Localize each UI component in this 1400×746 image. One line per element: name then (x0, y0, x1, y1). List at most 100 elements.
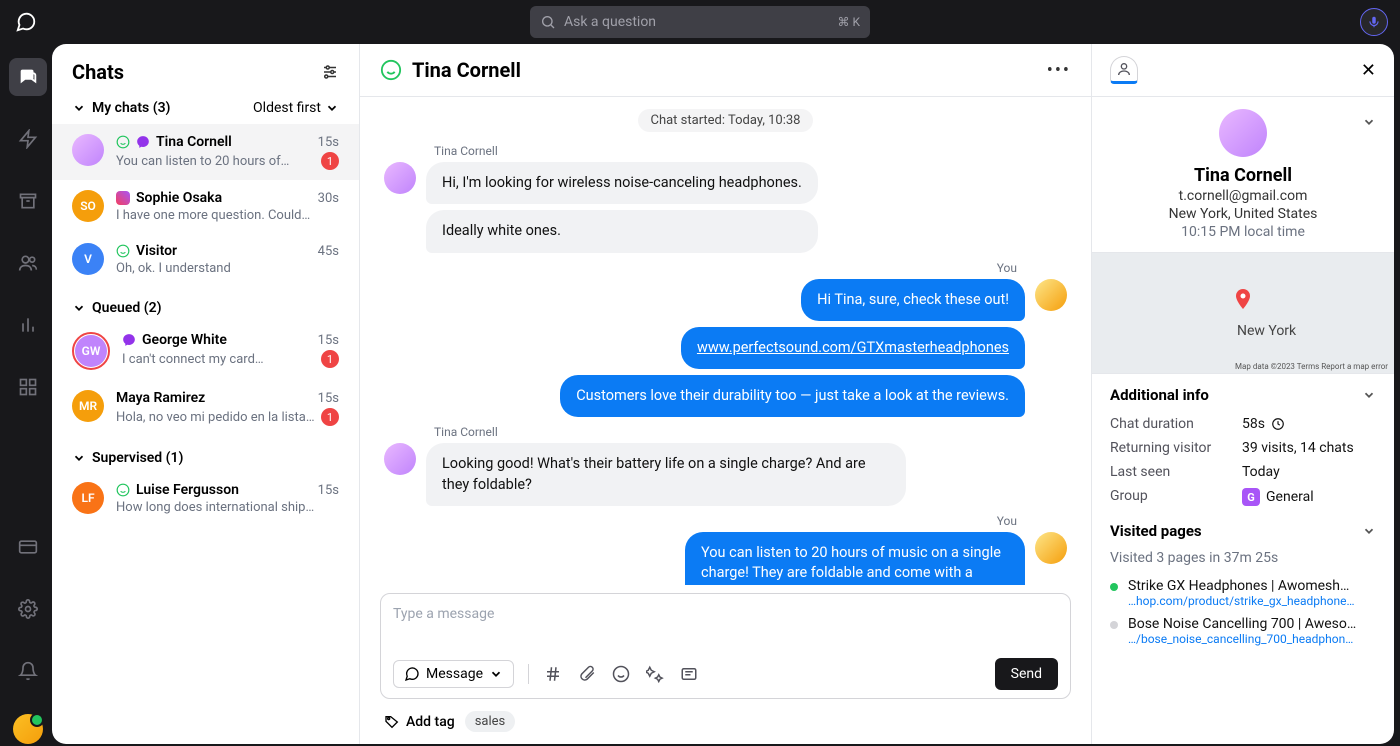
more-menu[interactable]: ••• (1047, 60, 1071, 81)
hash-icon[interactable] (543, 664, 563, 684)
visited-pages-header[interactable]: Visited pages (1092, 510, 1394, 548)
message-input[interactable] (393, 606, 1058, 646)
profile-local-time: 10:15 PM local time (1110, 224, 1376, 240)
avatar: SO (72, 190, 104, 222)
avatar (72, 134, 104, 166)
clock-icon (1271, 417, 1285, 431)
avatar: GW (75, 335, 107, 367)
left-rail (4, 44, 52, 744)
status-dot-idle (1110, 621, 1118, 629)
message-out: Customers love their durability too — ju… (560, 375, 1025, 417)
smile-icon (380, 59, 402, 81)
chat-item[interactable]: MR Maya Ramirez 15s Hola, no veo mi pedi… (52, 380, 359, 436)
app-frame: Chats My chats (3) Oldest first (0, 44, 1400, 744)
composer: Message Send (380, 593, 1071, 699)
instagram-icon (116, 191, 130, 205)
add-tag-button[interactable]: Add tag (384, 714, 455, 730)
rail-chats-icon[interactable] (9, 58, 47, 96)
map-pin-icon (1231, 287, 1255, 311)
convo-title: Tina Cornell (412, 58, 521, 82)
additional-info-header[interactable]: Additional info (1092, 374, 1394, 412)
messages-scroll[interactable]: Chat started: Today, 10:38 Tina Cornell … (360, 97, 1091, 585)
rail-bolt-icon[interactable] (9, 120, 47, 158)
avatar: MR (72, 390, 104, 422)
message-type-dropdown[interactable]: Message (393, 660, 514, 688)
message-in: Looking good! What's their battery life … (426, 443, 906, 506)
sender-label: You (384, 261, 1017, 275)
chat-item[interactable]: SO Sophie Osaka 30s I have one more ques… (52, 180, 359, 233)
chevron-down-icon (72, 451, 86, 465)
avatar: LF (72, 482, 104, 514)
rail-people-icon[interactable] (9, 244, 47, 282)
message-link[interactable]: www.perfectsound.com/GTXmasterheadphones (697, 339, 1009, 356)
map-attribution: Map data ©2023 Terms Report a map error (1235, 362, 1388, 371)
details-panel: ✕ Tina Cornell t.cornell@gmail.com New Y… (1092, 44, 1394, 744)
chat-item[interactable]: GW George White 15s I can't connect my c… (52, 322, 359, 380)
search-icon (540, 14, 556, 30)
profile-section: Tina Cornell t.cornell@gmail.com New Yor… (1092, 97, 1394, 252)
details-header: ✕ (1092, 44, 1394, 97)
messenger-icon (136, 135, 150, 149)
global-search[interactable]: Ask a question ⌘ K (530, 6, 870, 38)
chats-title: Chats (72, 60, 124, 84)
sort-dropdown[interactable]: Oldest first (253, 100, 339, 116)
close-icon[interactable]: ✕ (1361, 60, 1376, 81)
info-row: GroupGGeneral (1092, 484, 1394, 510)
visited-page[interactable]: Bose Noise Cancelling 700 | Aweso……/bose… (1092, 612, 1394, 650)
tag-row: Add tag sales (360, 707, 1091, 744)
filter-icon[interactable] (321, 63, 339, 81)
chevron-down-icon[interactable] (1362, 115, 1376, 129)
avatar (384, 162, 416, 194)
rail-apps-icon[interactable] (9, 368, 47, 406)
rail-user-avatar[interactable] (13, 714, 43, 744)
topbar: Ask a question ⌘ K (0, 0, 1400, 44)
rail-archive-icon[interactable] (9, 182, 47, 220)
smile-icon (116, 483, 130, 497)
chat-item[interactable]: Tina Cornell 15s You can listen to 20 ho… (52, 124, 359, 180)
sender-label: Tina Cornell (434, 144, 1067, 158)
message-in: Hi, I'm looking for wireless noise-cance… (426, 162, 818, 204)
voice-button[interactable] (1360, 8, 1388, 36)
profile-location: New York, United States (1110, 206, 1376, 222)
info-row: Returning visitor39 visits, 14 chats (1092, 436, 1394, 460)
section-queued[interactable]: Queued (2) (52, 286, 359, 322)
profile-name: Tina Cornell (1110, 165, 1376, 186)
chat-bubble-icon (404, 666, 420, 682)
chevron-down-icon (72, 101, 86, 115)
chats-sidebar: Chats My chats (3) Oldest first (52, 44, 360, 744)
avatar (384, 443, 416, 475)
emoji-icon[interactable] (611, 664, 631, 684)
section-supervised[interactable]: Supervised (1) (52, 436, 359, 472)
rail-notifications-icon[interactable] (9, 652, 47, 690)
chevron-down-icon (72, 301, 86, 315)
chevron-down-icon (325, 101, 339, 115)
chats-header: Chats (52, 44, 359, 92)
magic-icon[interactable] (645, 664, 665, 684)
profile-avatar (1219, 109, 1267, 157)
person-tab-icon[interactable] (1110, 56, 1138, 84)
unread-badge: 1 (321, 350, 339, 368)
rail-settings-icon[interactable] (9, 590, 47, 628)
product-chat-icon (12, 8, 40, 36)
card-icon[interactable] (679, 664, 699, 684)
smile-icon (116, 135, 130, 149)
unread-badge: 1 (321, 152, 339, 170)
message-out: You can listen to 20 hours of music on a… (685, 532, 1025, 585)
chevron-down-icon (489, 667, 503, 681)
location-map[interactable]: New York Map data ©2023 Terms Report a m… (1092, 252, 1394, 374)
unread-badge: 1 (321, 408, 339, 426)
info-row: Last seenToday (1092, 460, 1394, 484)
tag-pill[interactable]: sales (465, 711, 516, 732)
section-my-chats[interactable]: My chats (3) (72, 100, 170, 116)
send-button[interactable]: Send (995, 658, 1058, 690)
visited-page[interactable]: Strike GX Headphones | Awomesh……hop.com/… (1092, 574, 1394, 612)
attachment-icon[interactable] (577, 664, 597, 684)
rail-reports-icon[interactable] (9, 306, 47, 344)
rail-billing-icon[interactable] (9, 528, 47, 566)
sender-label: You (384, 514, 1017, 528)
avatar: V (72, 243, 104, 275)
chat-item[interactable]: V Visitor 45s Oh, ok. I understand (52, 233, 359, 286)
chat-item[interactable]: LF Luise Fergusson 15s How long does int… (52, 472, 359, 525)
sender-label: Tina Cornell (434, 425, 1067, 439)
status-dot-active (1110, 583, 1118, 591)
